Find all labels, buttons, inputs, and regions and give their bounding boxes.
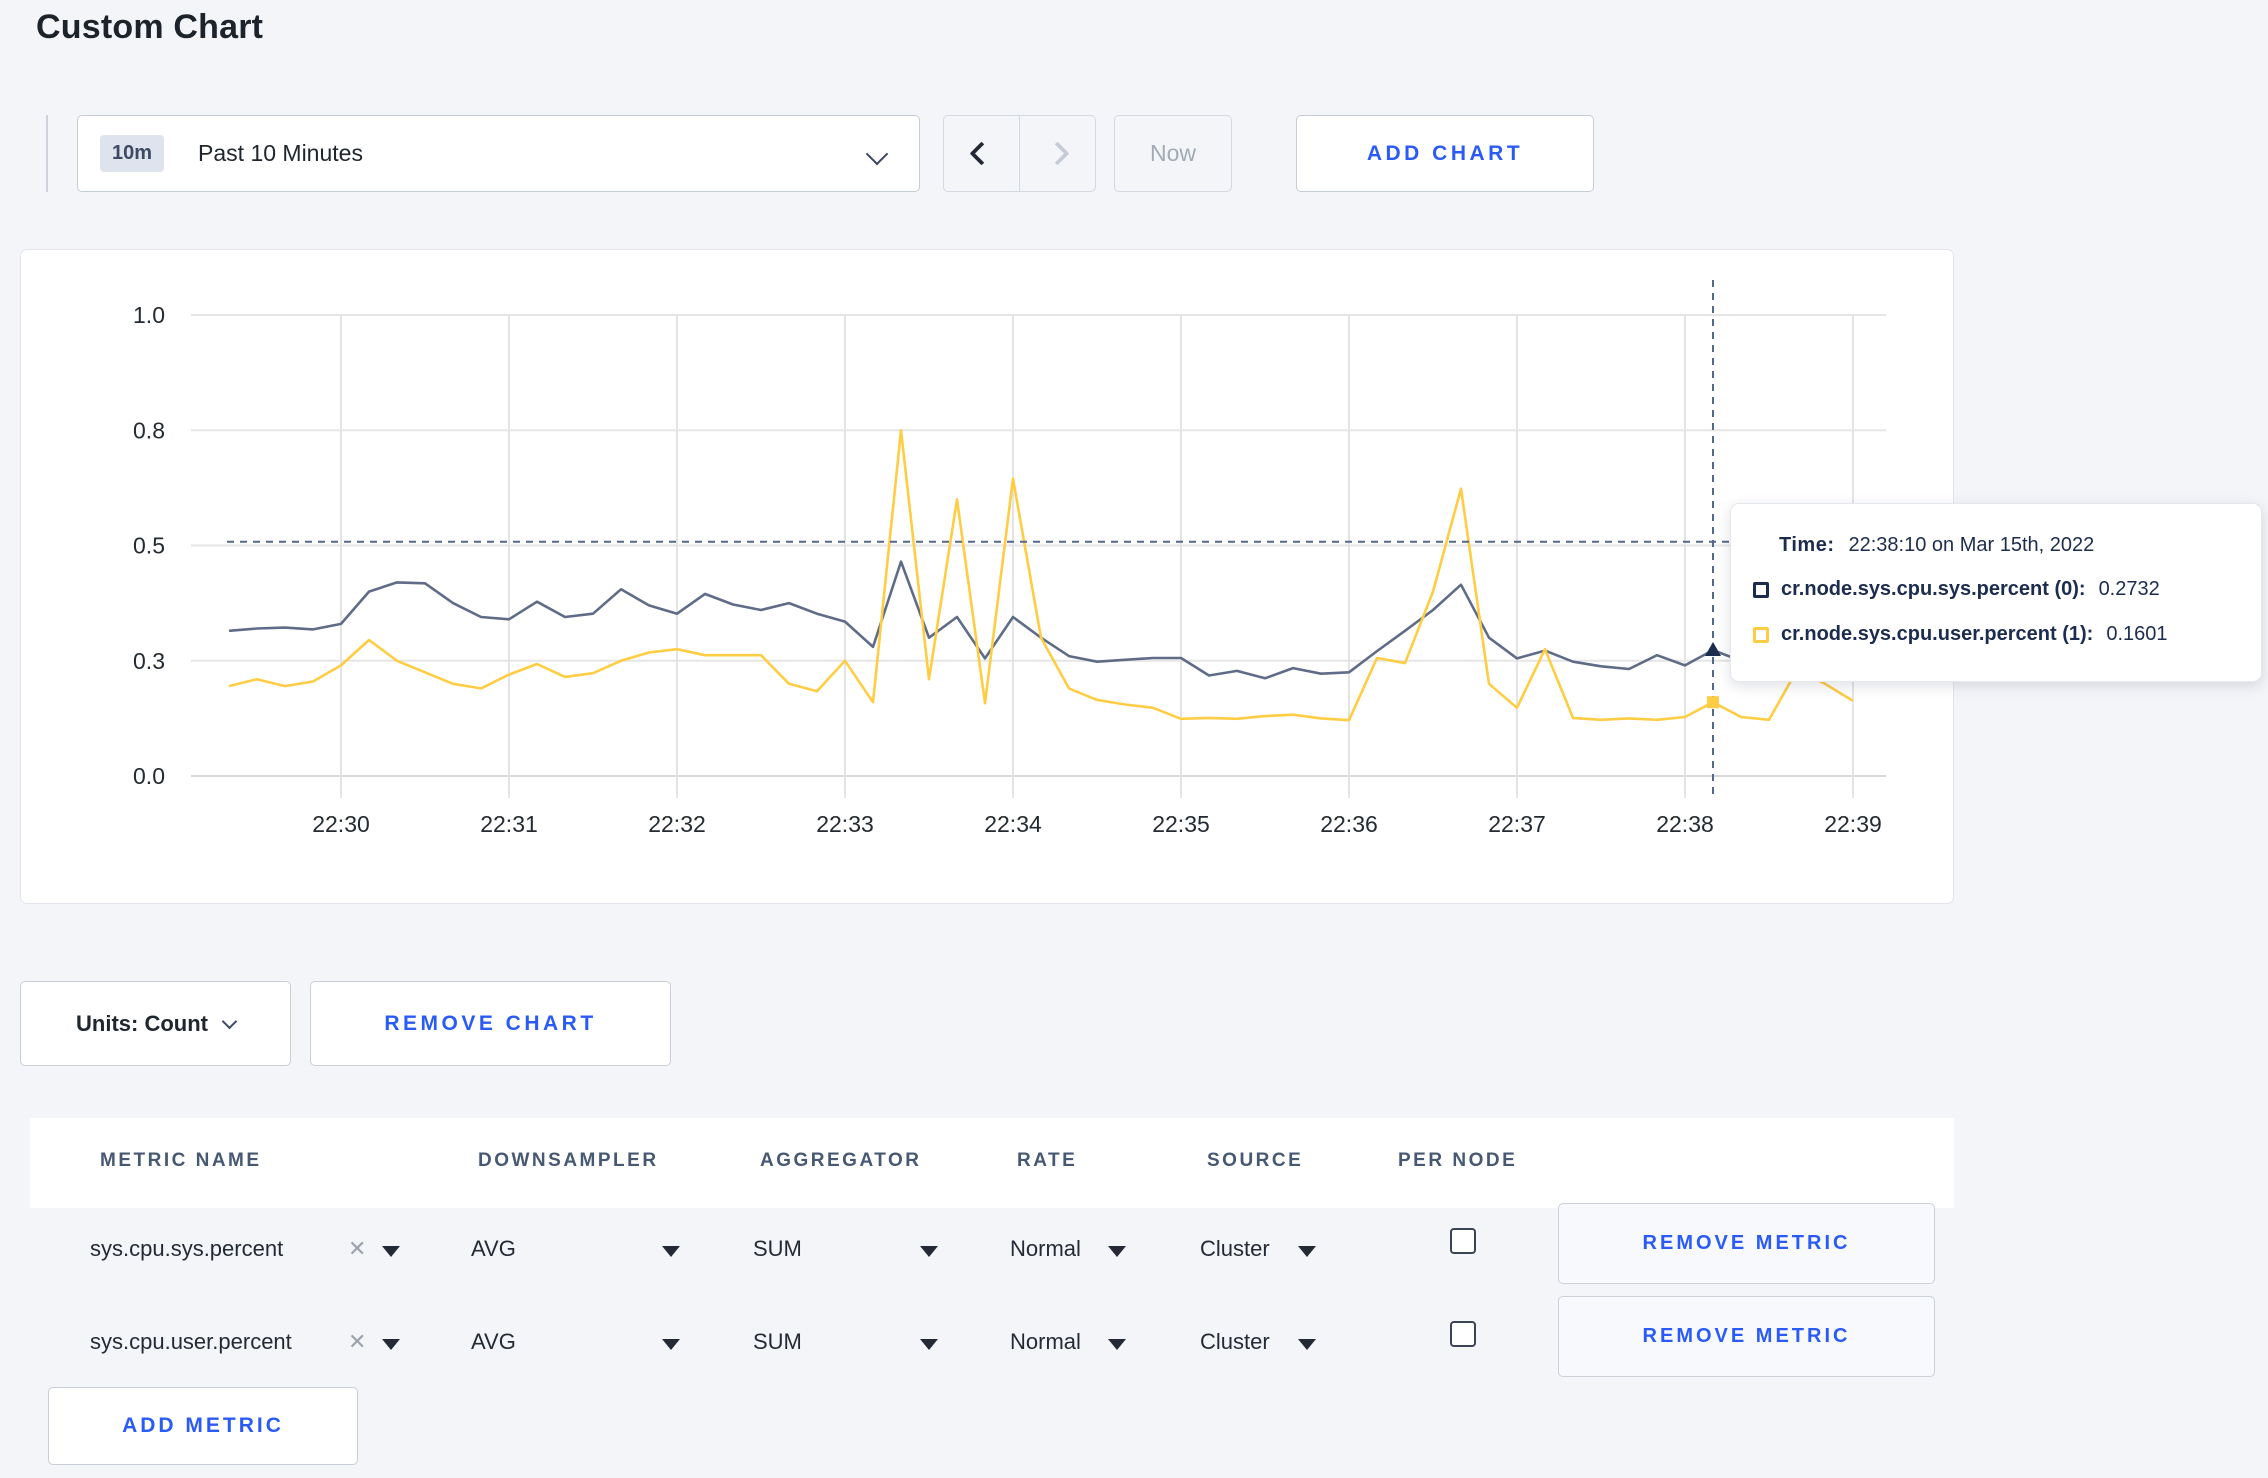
chart-card: 0.0 0.3 0.5 0.8 1.0 22:30 22:31 22:32 22:33 22:34… xyxy=(20,249,1954,904)
chevron-down-icon xyxy=(865,142,889,166)
range-step-group xyxy=(943,115,1096,192)
caret-down-icon[interactable] xyxy=(662,1339,680,1350)
tooltip-time-label: Time: xyxy=(1779,534,1835,556)
units-select[interactable]: Units: Count xyxy=(20,981,291,1066)
x-tick-label: 22:36 xyxy=(1320,811,1378,837)
x-tick-label: 22:34 xyxy=(984,811,1042,837)
column-header-aggregator: AGGREGATOR xyxy=(760,1150,922,1171)
per-node-checkbox[interactable] xyxy=(1450,1321,1476,1347)
column-header-downsampler: DOWNSAMPLER xyxy=(478,1150,659,1171)
y-tick-label: 0.5 xyxy=(133,533,165,559)
series-sys-swatch-icon xyxy=(1753,581,1769,598)
time-range-label: Past 10 Minutes xyxy=(198,140,363,166)
column-header-source: SOURCE xyxy=(1207,1150,1304,1171)
tooltip-series-name: cr.node.sys.cpu.user.percent (1): xyxy=(1781,623,2094,645)
metric-name-value[interactable]: sys.cpu.sys.percent xyxy=(90,1236,283,1262)
caret-down-icon[interactable] xyxy=(920,1339,938,1350)
y-tick-label: 1.0 xyxy=(133,302,165,328)
tooltip-series-row: cr.node.sys.cpu.sys.percent (0): 0.2732 xyxy=(1753,578,2160,601)
x-tick-label: 22:31 xyxy=(480,811,538,837)
chevron-left-icon xyxy=(969,141,994,166)
caret-down-icon[interactable] xyxy=(1298,1246,1316,1257)
prev-range-button[interactable] xyxy=(944,116,1020,191)
metric-row: sys.cpu.user.percent ✕ AVG SUM Normal Cl… xyxy=(30,1296,1954,1394)
x-tick-label: 22:33 xyxy=(816,811,874,837)
x-tick-label: 22:38 xyxy=(1656,811,1714,837)
y-tick-label: 0.0 xyxy=(133,763,165,789)
page-title: Custom Chart xyxy=(36,8,264,46)
column-header-rate: RATE xyxy=(1017,1150,1078,1171)
downsampler-select[interactable]: AVG xyxy=(471,1329,516,1355)
aggregator-select[interactable]: SUM xyxy=(753,1329,802,1355)
clear-metric-icon[interactable]: ✕ xyxy=(348,1236,366,1262)
metric-row: sys.cpu.sys.percent ✕ AVG SUM Normal Clu… xyxy=(30,1203,1954,1301)
y-tick-label: 0.8 xyxy=(133,417,165,443)
tooltip-time-value: 22:38:10 on Mar 15th, 2022 xyxy=(1848,534,2095,556)
duration-badge: 10m xyxy=(100,135,165,172)
clear-metric-icon[interactable]: ✕ xyxy=(348,1329,366,1355)
aggregator-select[interactable]: SUM xyxy=(753,1236,802,1262)
remove-metric-button[interactable]: REMOVE METRIC xyxy=(1558,1203,1935,1284)
toolbar-divider xyxy=(46,115,48,192)
add-chart-button[interactable]: ADD CHART xyxy=(1296,115,1594,192)
time-range-select[interactable]: 10m Past 10 Minutes xyxy=(77,115,920,192)
tooltip-series-value: 0.2732 xyxy=(2098,578,2160,600)
caret-down-icon[interactable] xyxy=(1108,1339,1126,1350)
y-tick-label: 0.3 xyxy=(133,648,165,674)
next-range-button[interactable] xyxy=(1020,116,1095,191)
caret-down-icon[interactable] xyxy=(662,1246,680,1257)
caret-down-icon[interactable] xyxy=(1108,1246,1126,1257)
user-hover-marker xyxy=(1707,696,1719,709)
column-header-per-node: PER NODE xyxy=(1398,1150,1518,1171)
caret-down-icon[interactable] xyxy=(1298,1339,1316,1350)
series-user-swatch-icon xyxy=(1753,626,1769,643)
rate-select[interactable]: Normal xyxy=(1010,1329,1081,1355)
units-label: Units: Count xyxy=(76,1010,208,1036)
tooltip-time-row: Time: 22:38:10 on Mar 15th, 2022 xyxy=(1779,534,2094,557)
chevron-down-icon xyxy=(221,1013,238,1030)
x-tick-label: 22:30 xyxy=(312,811,370,837)
tooltip-series-name: cr.node.sys.cpu.sys.percent (0): xyxy=(1781,578,2086,600)
tooltip-series-value: 0.1601 xyxy=(2106,623,2168,645)
per-node-checkbox[interactable] xyxy=(1450,1228,1476,1254)
column-header-metric-name: METRIC NAME xyxy=(100,1150,262,1171)
metrics-table-header: METRIC NAME DOWNSAMPLER AGGREGATOR RATE … xyxy=(30,1118,1954,1208)
x-tick-label: 22:32 xyxy=(648,811,706,837)
caret-down-icon[interactable] xyxy=(920,1246,938,1257)
remove-chart-button[interactable]: REMOVE CHART xyxy=(310,981,671,1066)
add-metric-button[interactable]: ADD METRIC xyxy=(48,1387,358,1465)
metric-name-value[interactable]: sys.cpu.user.percent xyxy=(90,1329,292,1355)
x-tick-label: 22:37 xyxy=(1488,811,1546,837)
source-select[interactable]: Cluster xyxy=(1200,1236,1270,1262)
caret-down-icon[interactable] xyxy=(382,1339,400,1350)
tooltip-series-row: cr.node.sys.cpu.user.percent (1): 0.1601 xyxy=(1753,623,2168,646)
user-percent-line xyxy=(228,429,1854,722)
downsampler-select[interactable]: AVG xyxy=(471,1236,516,1262)
now-button[interactable]: Now xyxy=(1114,115,1232,192)
caret-down-icon[interactable] xyxy=(382,1246,400,1257)
rate-select[interactable]: Normal xyxy=(1010,1236,1081,1262)
cpu-usage-chart: 0.0 0.3 0.5 0.8 1.0 22:30 22:31 22:32 22:33 22:34… xyxy=(133,280,1886,837)
x-tick-label: 22:35 xyxy=(1152,811,1210,837)
sys-hover-marker xyxy=(1705,642,1721,657)
chart-tooltip: Time: 22:38:10 on Mar 15th, 2022 cr.node.… xyxy=(1730,503,2262,682)
x-tick-label: 22:39 xyxy=(1824,811,1882,837)
remove-metric-button[interactable]: REMOVE METRIC xyxy=(1558,1296,1935,1377)
chevron-right-icon xyxy=(1045,141,1070,166)
source-select[interactable]: Cluster xyxy=(1200,1329,1270,1355)
